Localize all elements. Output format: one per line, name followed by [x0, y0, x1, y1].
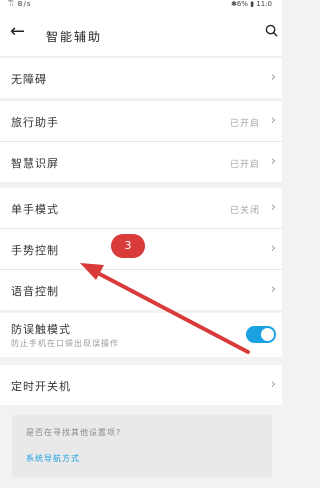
smart-screen-status: 已开启 [229, 160, 260, 170]
row-travel-assistant[interactable]: 旅行助手 已开启 › [0, 101, 282, 142]
row-voice-control[interactable]: 语音控制 › [0, 270, 282, 310]
chevron-right-icon: › [270, 377, 276, 392]
header: ← 智能辅助 [0, 14, 282, 56]
group-smart: 旅行助手 已开启 › 智慧识屏 已开启 › [0, 101, 282, 182]
accessibility-label: 无障碍 [11, 73, 47, 86]
one-hand-status: 已关闭 [229, 206, 260, 216]
row-one-hand[interactable]: 单手模式 已关闭 › [0, 188, 282, 229]
chevron-right-icon: › [270, 70, 276, 85]
chevron-right-icon: › [270, 282, 276, 297]
page-title: 智能辅助 [46, 30, 103, 44]
gesture-control-label: 手势控制 [11, 244, 59, 257]
one-hand-label: 单手模式 [11, 203, 59, 216]
chevron-right-icon: › [270, 200, 276, 215]
row-scheduled-power[interactable]: 定时开关机 › [0, 365, 282, 405]
prevent-mistouch-subtitle: 防止手机在口袋出现误操作 [11, 339, 119, 348]
group-power: 定时开关机 › [0, 365, 282, 405]
chevron-right-icon: › [270, 241, 276, 256]
toggle-knob [261, 328, 274, 341]
travel-assistant-status: 已开启 [229, 119, 260, 129]
voice-control-label: 语音控制 [11, 285, 59, 298]
hint-card: 是否在寻找其他设置项? 系统导航方式 [12, 415, 272, 477]
hint-question: 是否在寻找其他设置项? [26, 428, 122, 437]
prevent-mistouch-toggle[interactable] [246, 326, 276, 343]
system-navigation-link[interactable]: 系统导航方式 [26, 453, 80, 464]
travel-assistant-label: 旅行助手 [11, 116, 59, 129]
prevent-mistouch-label: 防误触模式 [11, 323, 71, 336]
signal-status: ᵢ᷈ᵢ᷈ B/s [10, 0, 32, 8]
group-mistouch: 防误触模式 防止手机在口袋出现误操作 [0, 313, 282, 357]
row-smart-screen[interactable]: 智慧识屏 已开启 › [0, 142, 282, 182]
back-arrow-icon[interactable]: ← [10, 21, 25, 42]
chevron-right-icon: › [270, 113, 276, 128]
group-accessibility: 无障碍 › [0, 58, 282, 98]
battery-status: ✱6% ▮ 11:0 [231, 0, 272, 8]
status-bar: ᵢ᷈ᵢ᷈ B/s ✱6% ▮ 11:0 [0, 0, 282, 14]
search-icon[interactable] [265, 24, 278, 37]
step-badge: 3 [111, 234, 145, 258]
chevron-right-icon: › [270, 154, 276, 169]
scheduled-power-label: 定时开关机 [11, 380, 71, 393]
row-accessibility[interactable]: 无障碍 › [0, 58, 282, 98]
row-prevent-mistouch[interactable]: 防误触模式 防止手机在口袋出现误操作 [0, 313, 282, 357]
smart-screen-label: 智慧识屏 [11, 157, 59, 170]
